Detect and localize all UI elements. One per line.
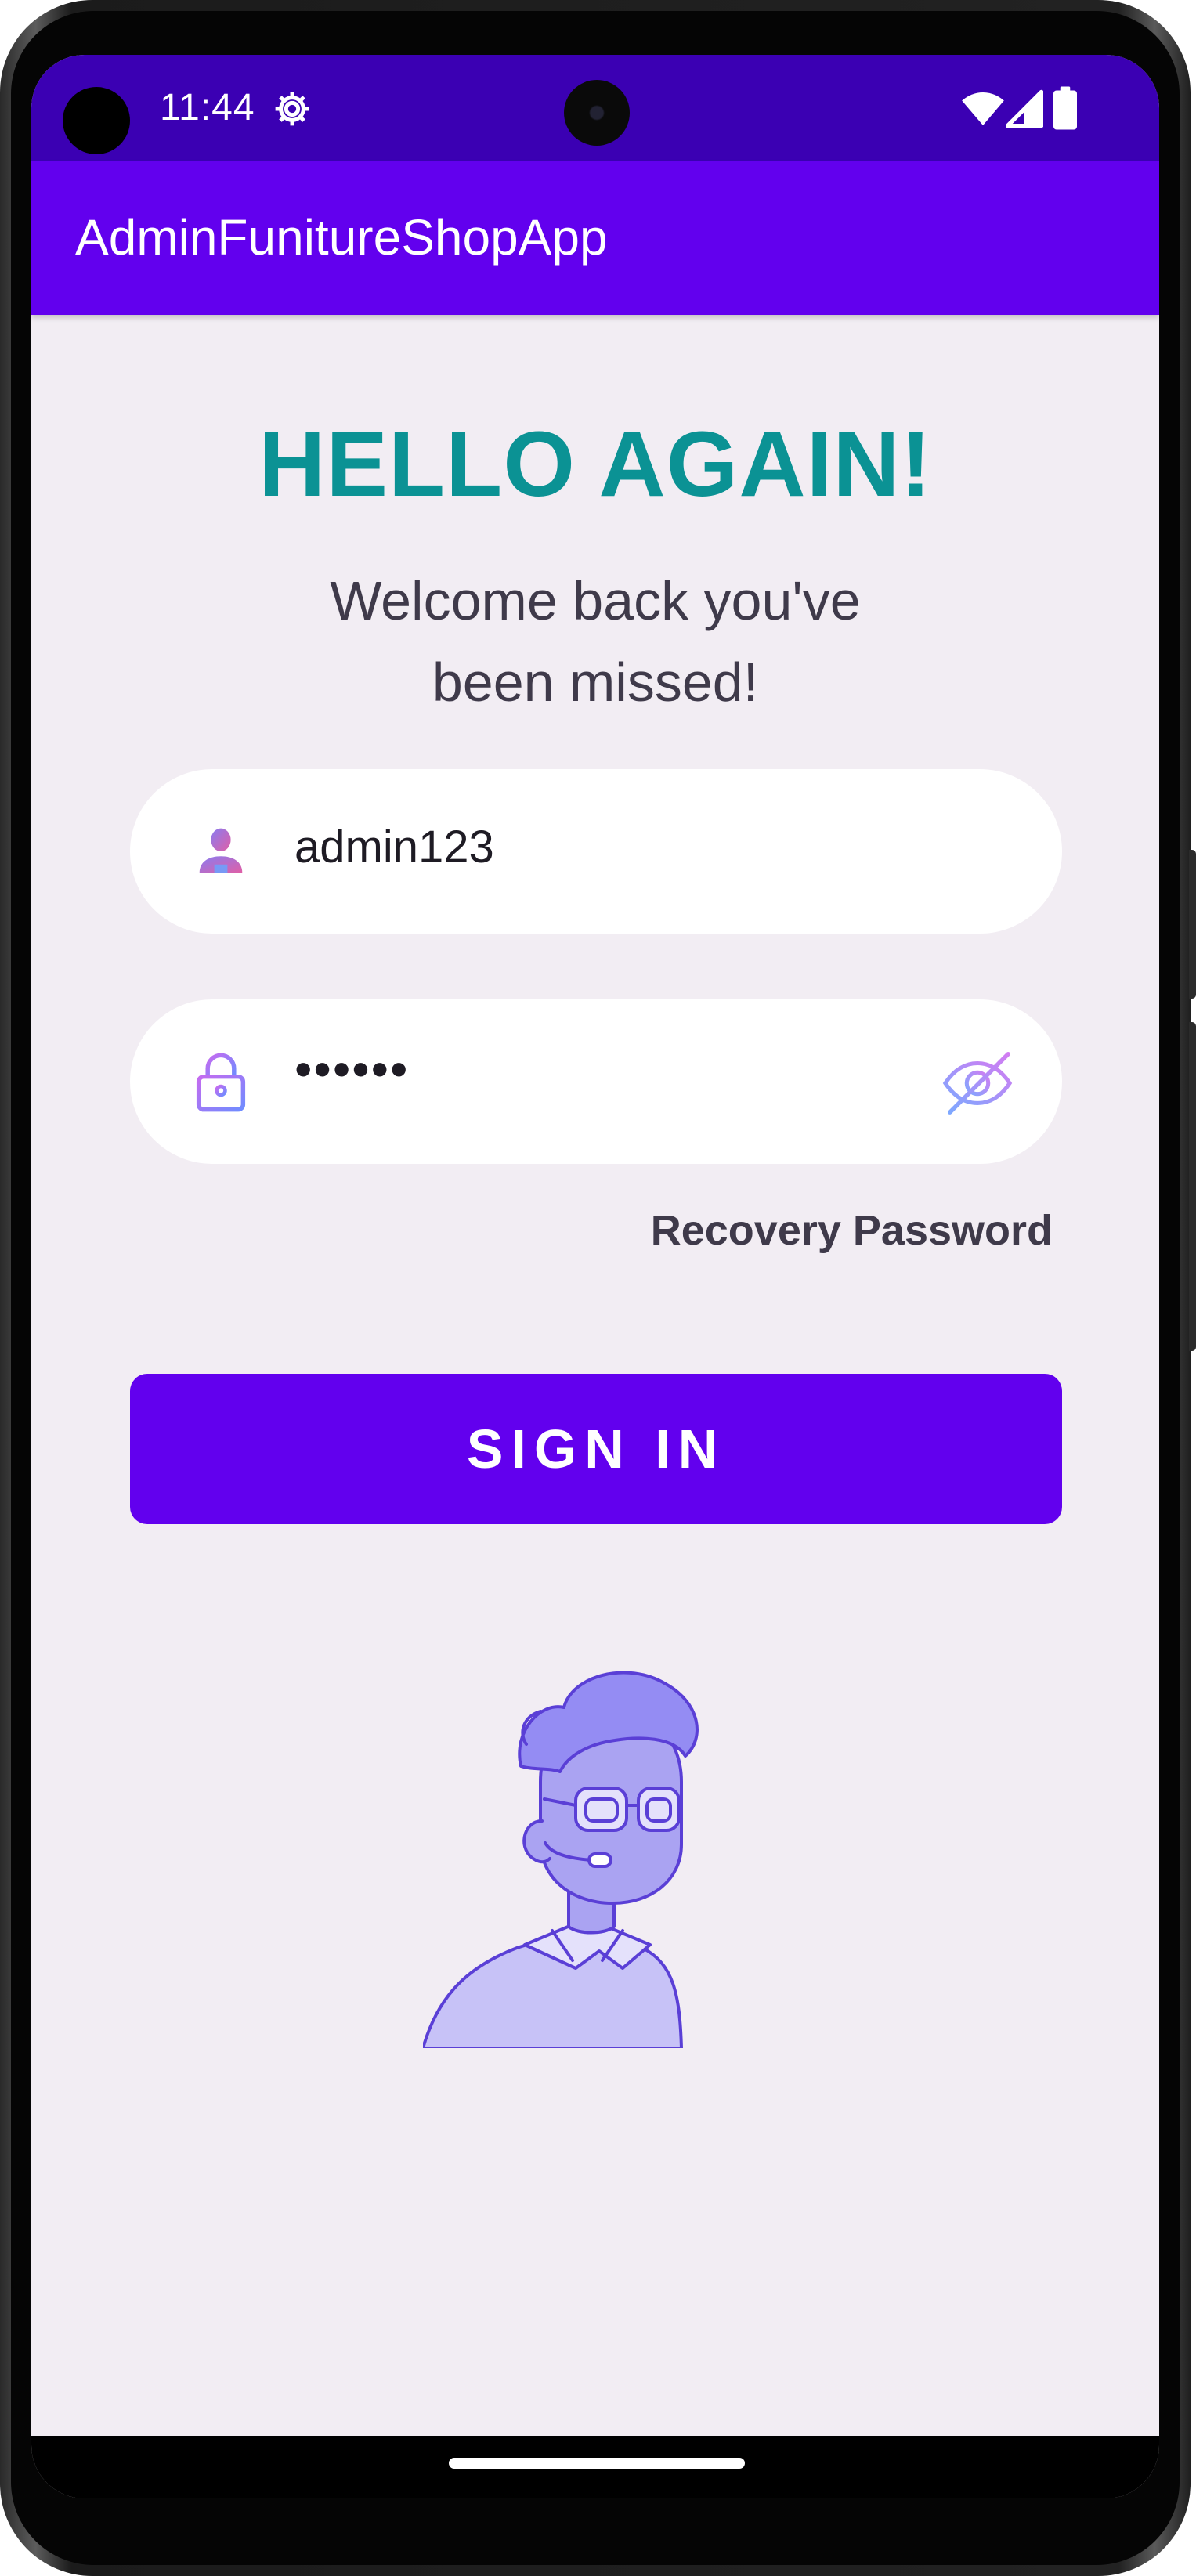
battery-icon <box>1053 86 1077 130</box>
eye-off-icon[interactable] <box>940 1045 1015 1118</box>
welcome-line-2: been missed! <box>432 652 759 713</box>
screen: 11:44 AdminFunitureShopApp HELLO AGAIN! … <box>31 55 1159 2498</box>
status-bar: 11:44 <box>31 55 1159 161</box>
power-button <box>1189 850 1196 999</box>
recovery-password-link[interactable]: Recovery Password <box>31 1206 1053 1255</box>
app-bar: AdminFunitureShopApp <box>31 161 1159 315</box>
sign-in-button[interactable]: SIGN IN <box>130 1374 1062 1524</box>
user-icon <box>199 828 243 873</box>
punch-hole-camera <box>564 80 630 146</box>
page-heading: HELLO AGAIN! <box>258 413 932 516</box>
username-field[interactable]: admin123 <box>130 769 1062 934</box>
password-field[interactable]: •••••• <box>130 999 1062 1164</box>
status-time: 11:44 <box>160 87 255 128</box>
username-value: admin123 <box>294 822 494 873</box>
signal-icon <box>1006 89 1043 128</box>
phone-device: 11:44 AdminFunitureShopApp HELLO AGAIN! … <box>0 0 1196 2576</box>
app-title: AdminFunitureShopApp <box>75 209 608 266</box>
support-avatar-illustration <box>423 1671 699 2048</box>
wifi-icon <box>962 92 1004 125</box>
welcome-subtitle: Welcome back you've been missed! <box>243 560 948 723</box>
front-camera-dot <box>63 87 130 154</box>
home-indicator[interactable] <box>449 2458 745 2469</box>
volume-button <box>1189 1022 1196 1351</box>
lock-icon <box>196 1053 246 1112</box>
welcome-line-1: Welcome back you've <box>330 570 861 631</box>
password-value: •••••• <box>294 1041 410 1097</box>
gear-icon <box>275 92 309 126</box>
